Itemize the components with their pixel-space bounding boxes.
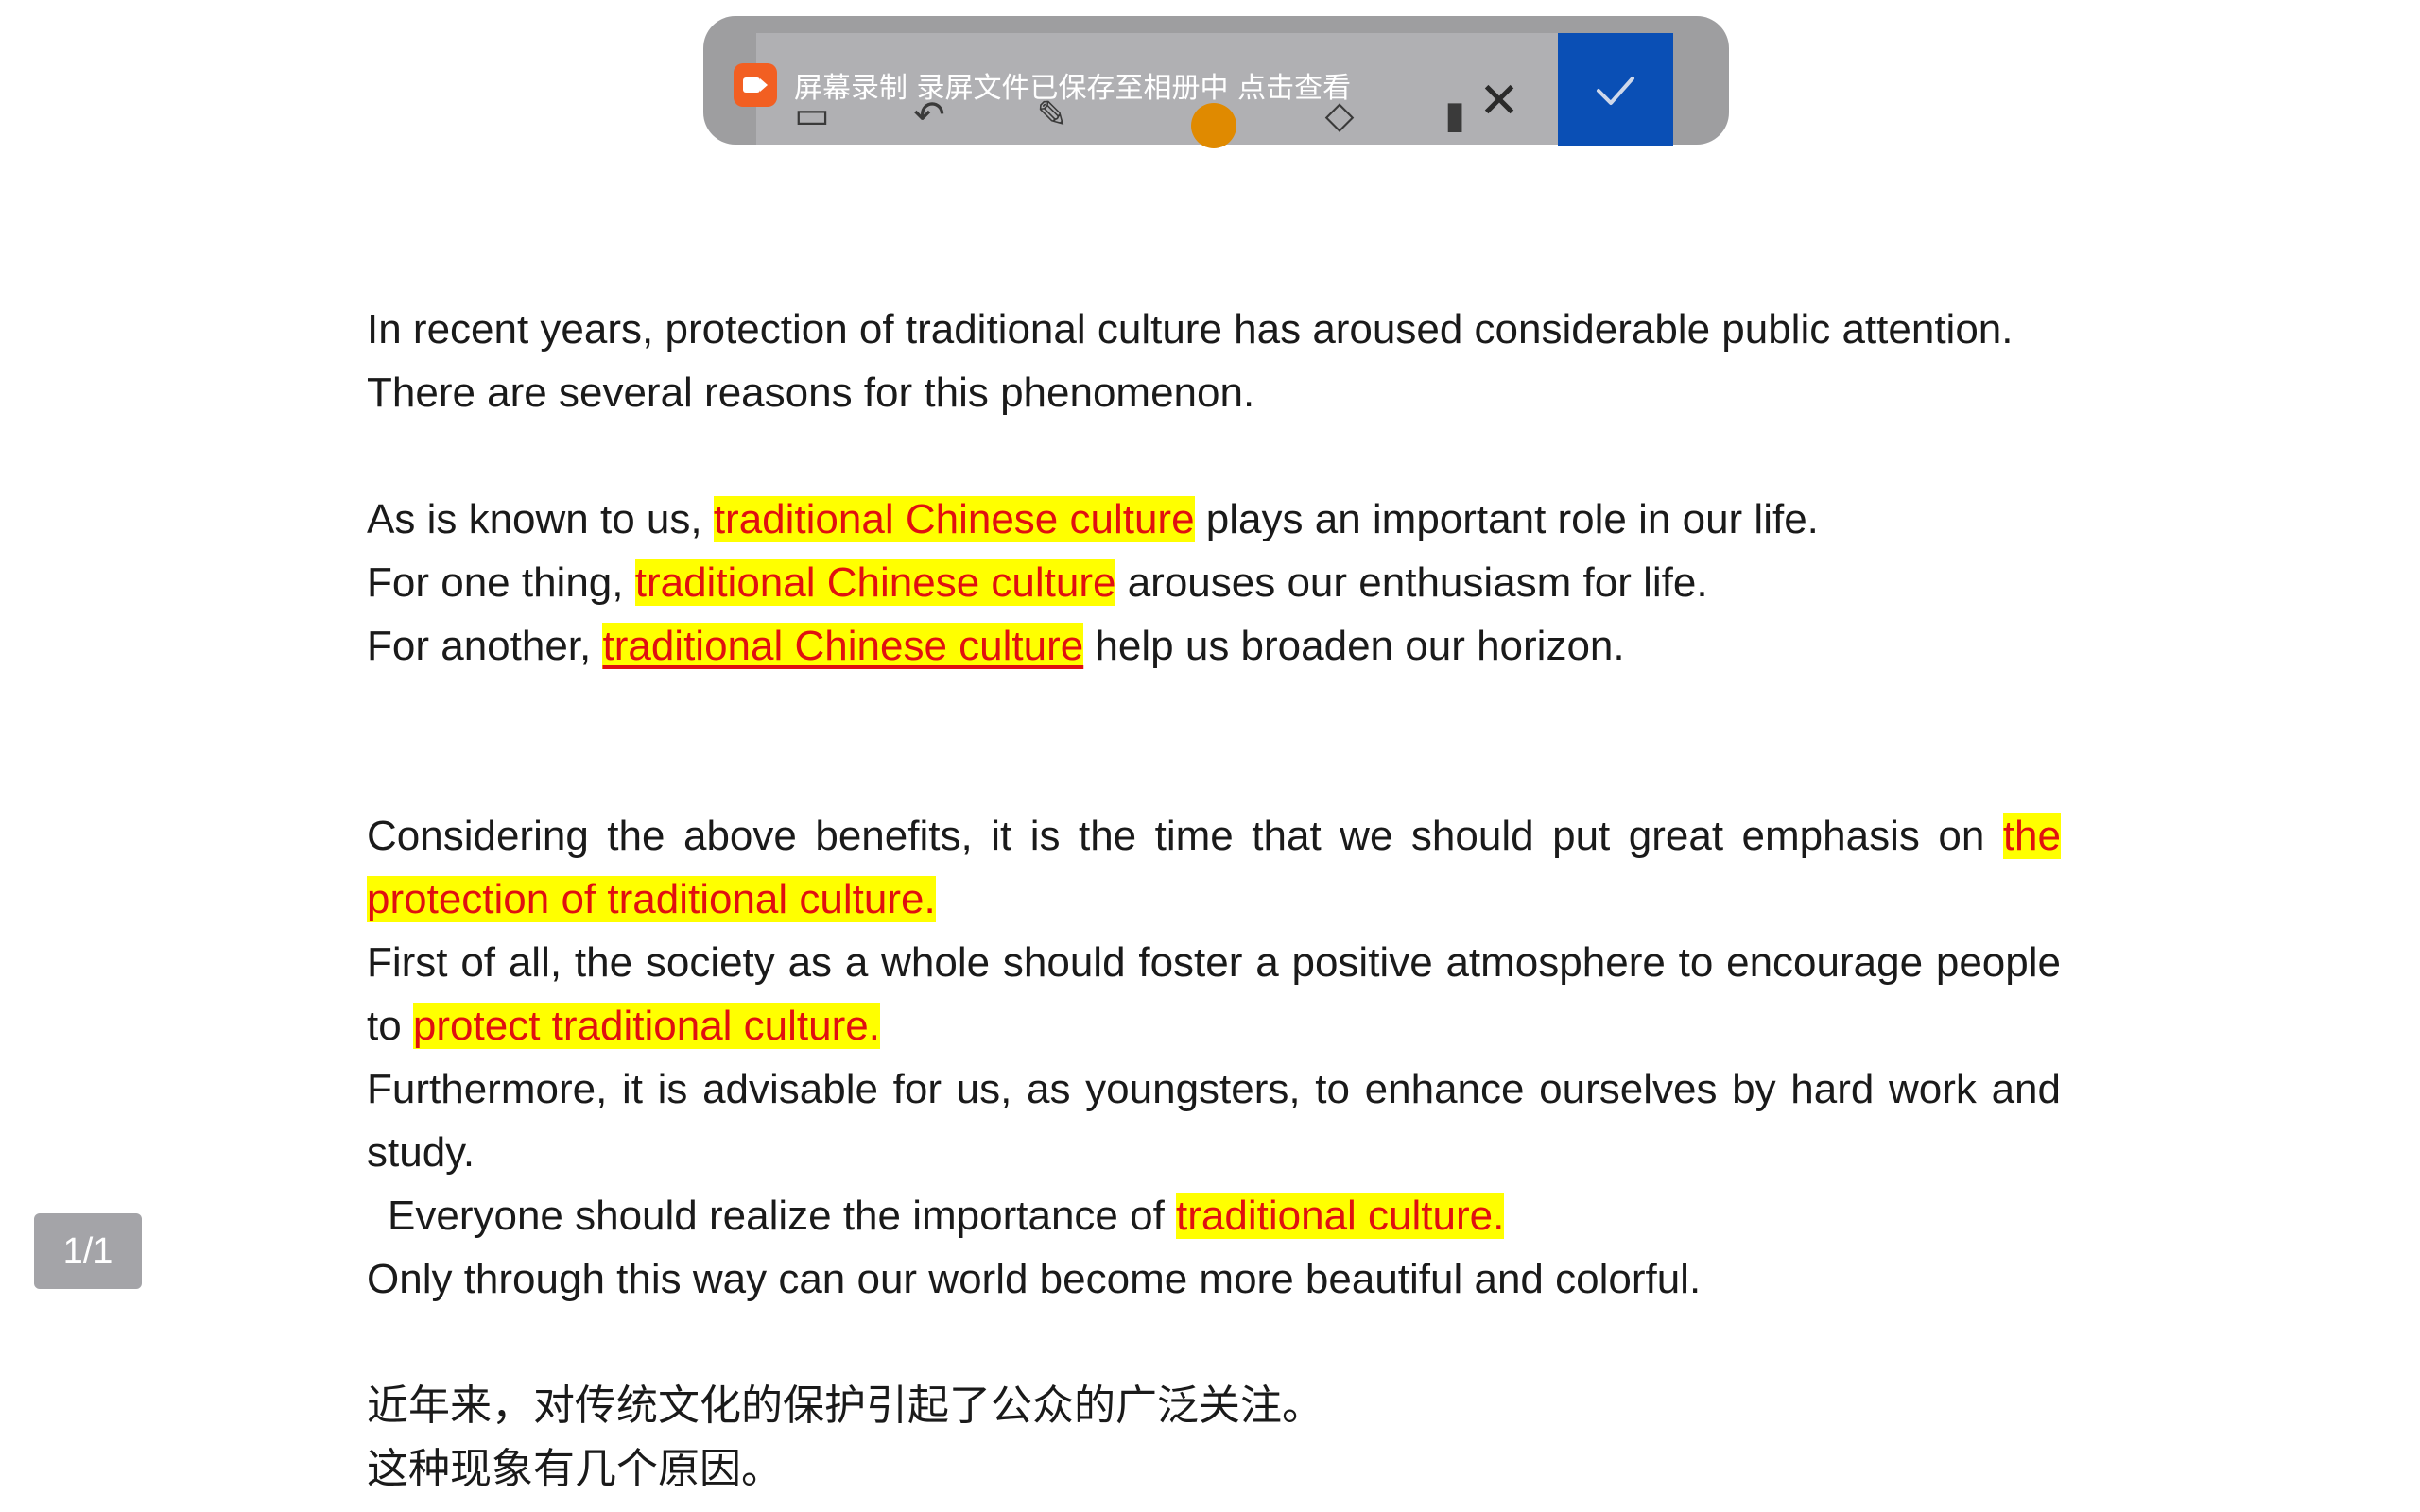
text-segment: arouses our enthusiasm for life. (1115, 559, 1708, 606)
doc-paragraph: Considering the above benefits, it is th… (367, 804, 2061, 931)
text-segment: For another, (367, 623, 603, 669)
doc-line: For another, traditional Chinese culture… (367, 614, 2061, 678)
doc-line: In recent years, protection of tradition… (367, 306, 2014, 352)
doc-line: There are several reasons for this pheno… (367, 369, 1255, 416)
page-indicator: 1/1 (34, 1213, 142, 1289)
document-body: In recent years, protection of tradition… (367, 298, 2061, 1501)
highlighted-underlined-text[interactable]: traditional Chinese culture (602, 623, 1084, 669)
doc-line: Everyone should realize the importance o… (367, 1184, 2061, 1247)
close-icon[interactable]: ✕ (1471, 73, 1528, 129)
text-segment: For one thing, (367, 559, 635, 606)
notice-text: 屏幕录制 录屏文件已保存至相册中 点击查看 (794, 72, 1352, 105)
doc-line-chinese: 近年来，对传统文化的保护引起了公众的广泛关注。 (367, 1382, 1323, 1430)
text-segment: help us broaden our horizon. (1083, 623, 1625, 669)
screen-record-notice[interactable]: 屏幕录制 录屏文件已保存至相册中 点击查看 (734, 61, 1351, 109)
text-segment: Considering the above benefits, it is th… (367, 813, 2003, 859)
highlighted-text[interactable]: protect traditional culture. (412, 1003, 880, 1049)
highlighted-text[interactable]: traditional culture. (1176, 1193, 1505, 1239)
doc-paragraph: Furthermore, it is advisable for us, as … (367, 1066, 2061, 1176)
confirm-button[interactable] (1558, 33, 1673, 146)
doc-line-chinese: 这种现象有几个原因。 (367, 1445, 783, 1493)
doc-paragraph: First of all, the society as a whole sho… (367, 931, 2061, 1057)
check-icon (1597, 77, 1634, 105)
text-segment: As is known to us, (367, 496, 714, 542)
text-segment: Everyone should realize the importance o… (388, 1193, 1177, 1239)
text-segment: plays an important role in our life. (1194, 496, 1819, 542)
annotation-toolbar: ▭ ↶ ✎ ◇ ▮ 屏幕录制 录屏文件已保存至相册中 点击查看 ✕ (703, 16, 1729, 148)
doc-line: As is known to us, traditional Chinese c… (367, 488, 2061, 551)
doc-line: For one thing, traditional Chinese cultu… (367, 551, 2061, 614)
highlighted-text[interactable]: traditional Chinese culture (713, 496, 1195, 542)
doc-line: Only through this way can our world beco… (367, 1256, 1702, 1302)
color-dot-icon[interactable] (1191, 103, 1236, 148)
highlighted-text[interactable]: traditional Chinese culture (634, 559, 1116, 606)
video-record-icon (734, 63, 777, 107)
